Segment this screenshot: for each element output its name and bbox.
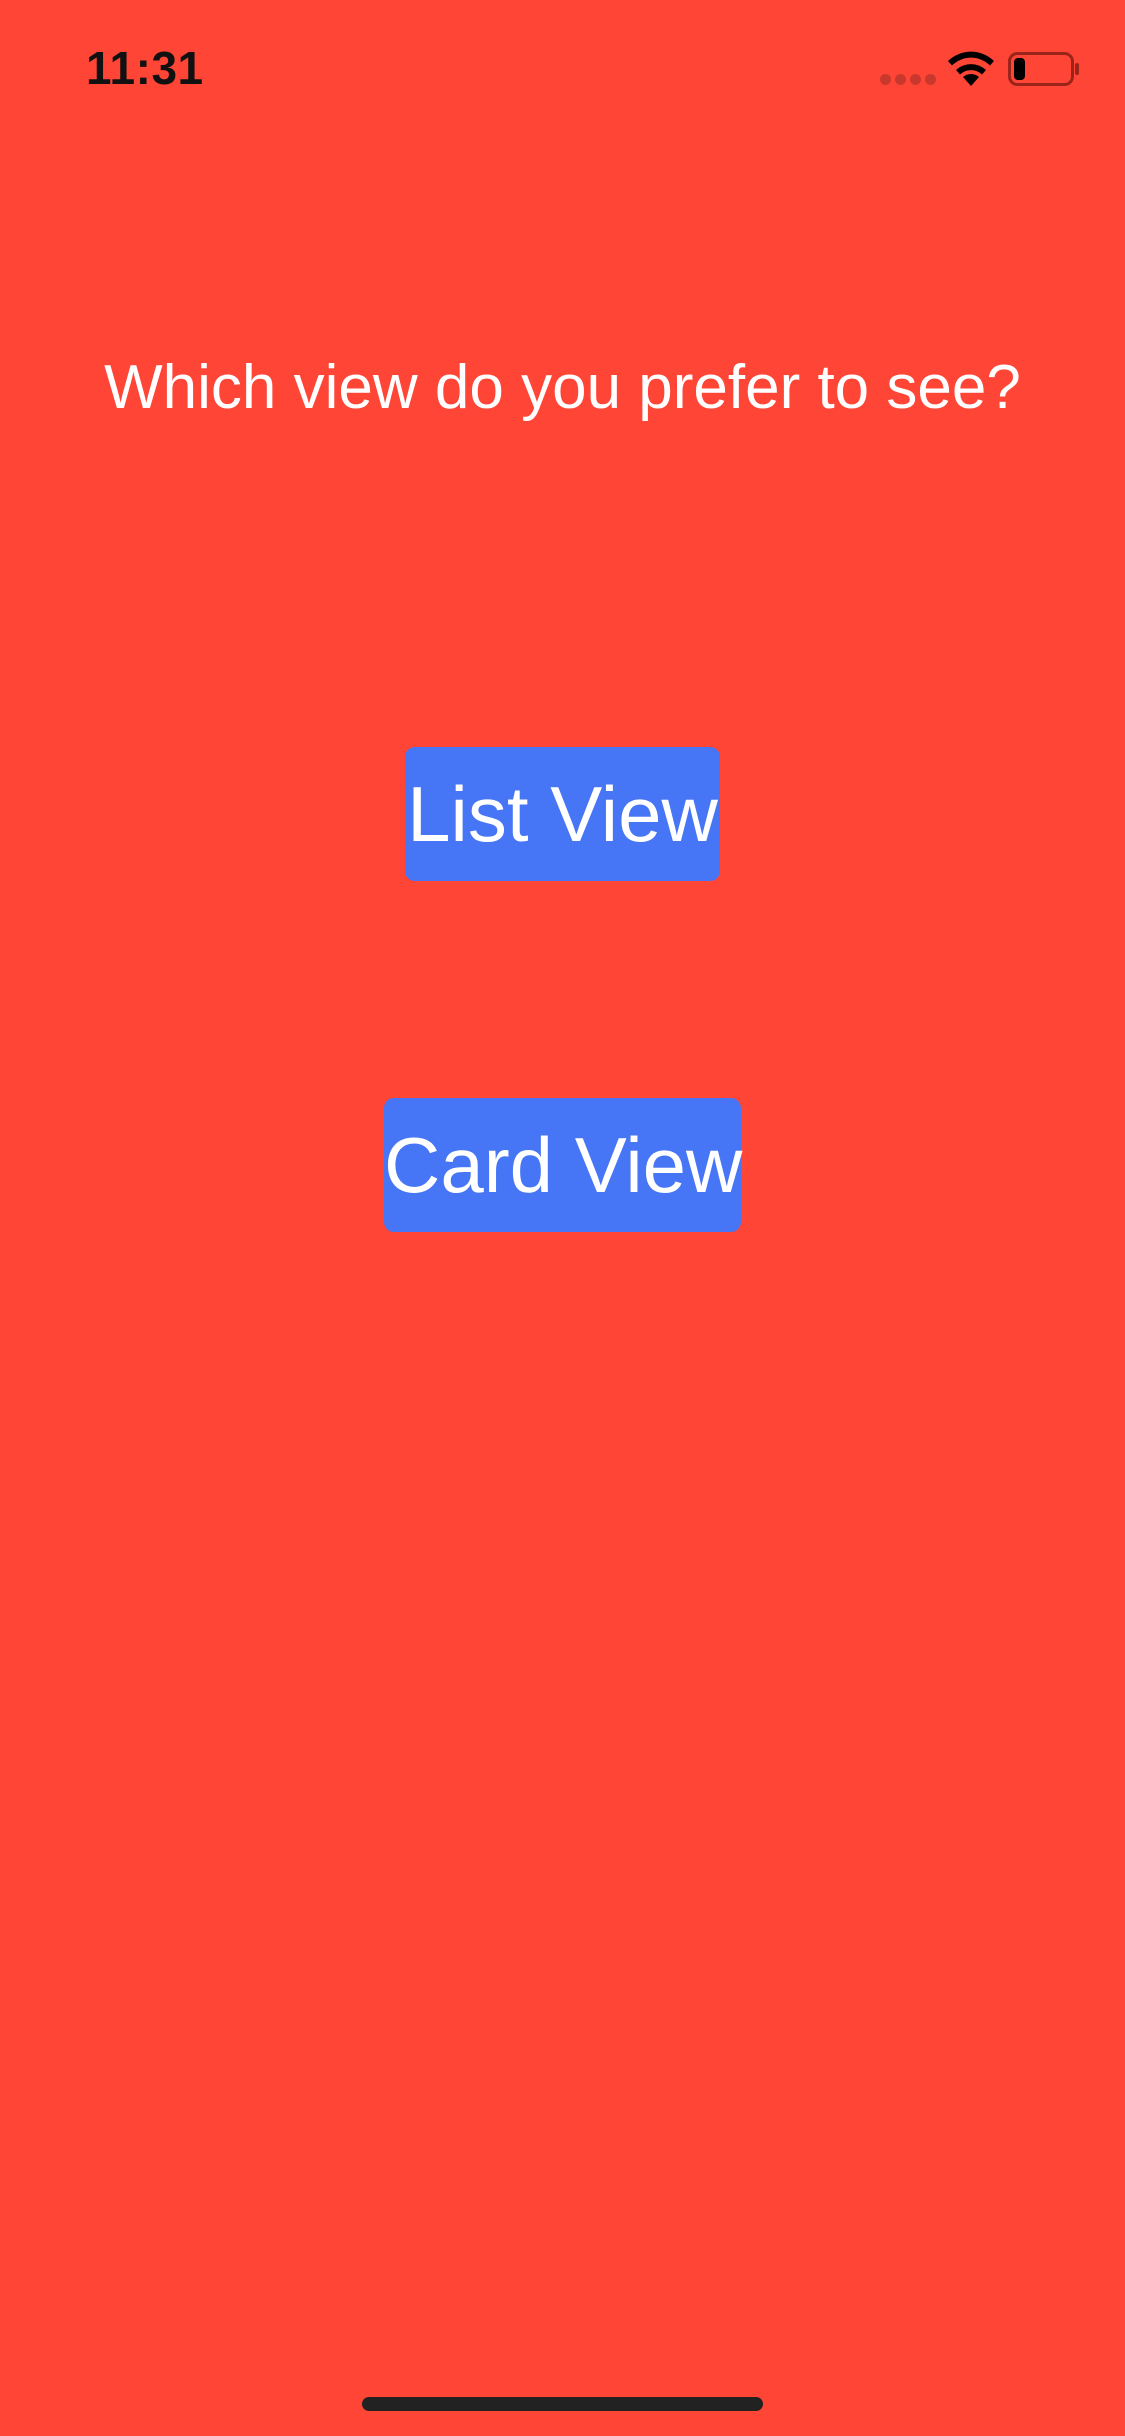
signal-dots-icon [880, 74, 936, 86]
battery-icon [1008, 52, 1079, 86]
wifi-icon [948, 51, 994, 86]
app-screen: 11:31 Which view do you prefer to see? L… [0, 0, 1125, 2436]
home-indicator[interactable] [362, 2397, 763, 2411]
card-view-button[interactable]: Card View [384, 1098, 742, 1232]
view-preference-prompt: Which view do you prefer to see? [104, 353, 1021, 422]
list-view-button[interactable]: List View [405, 747, 720, 881]
status-bar-time: 11:31 [86, 42, 204, 94]
